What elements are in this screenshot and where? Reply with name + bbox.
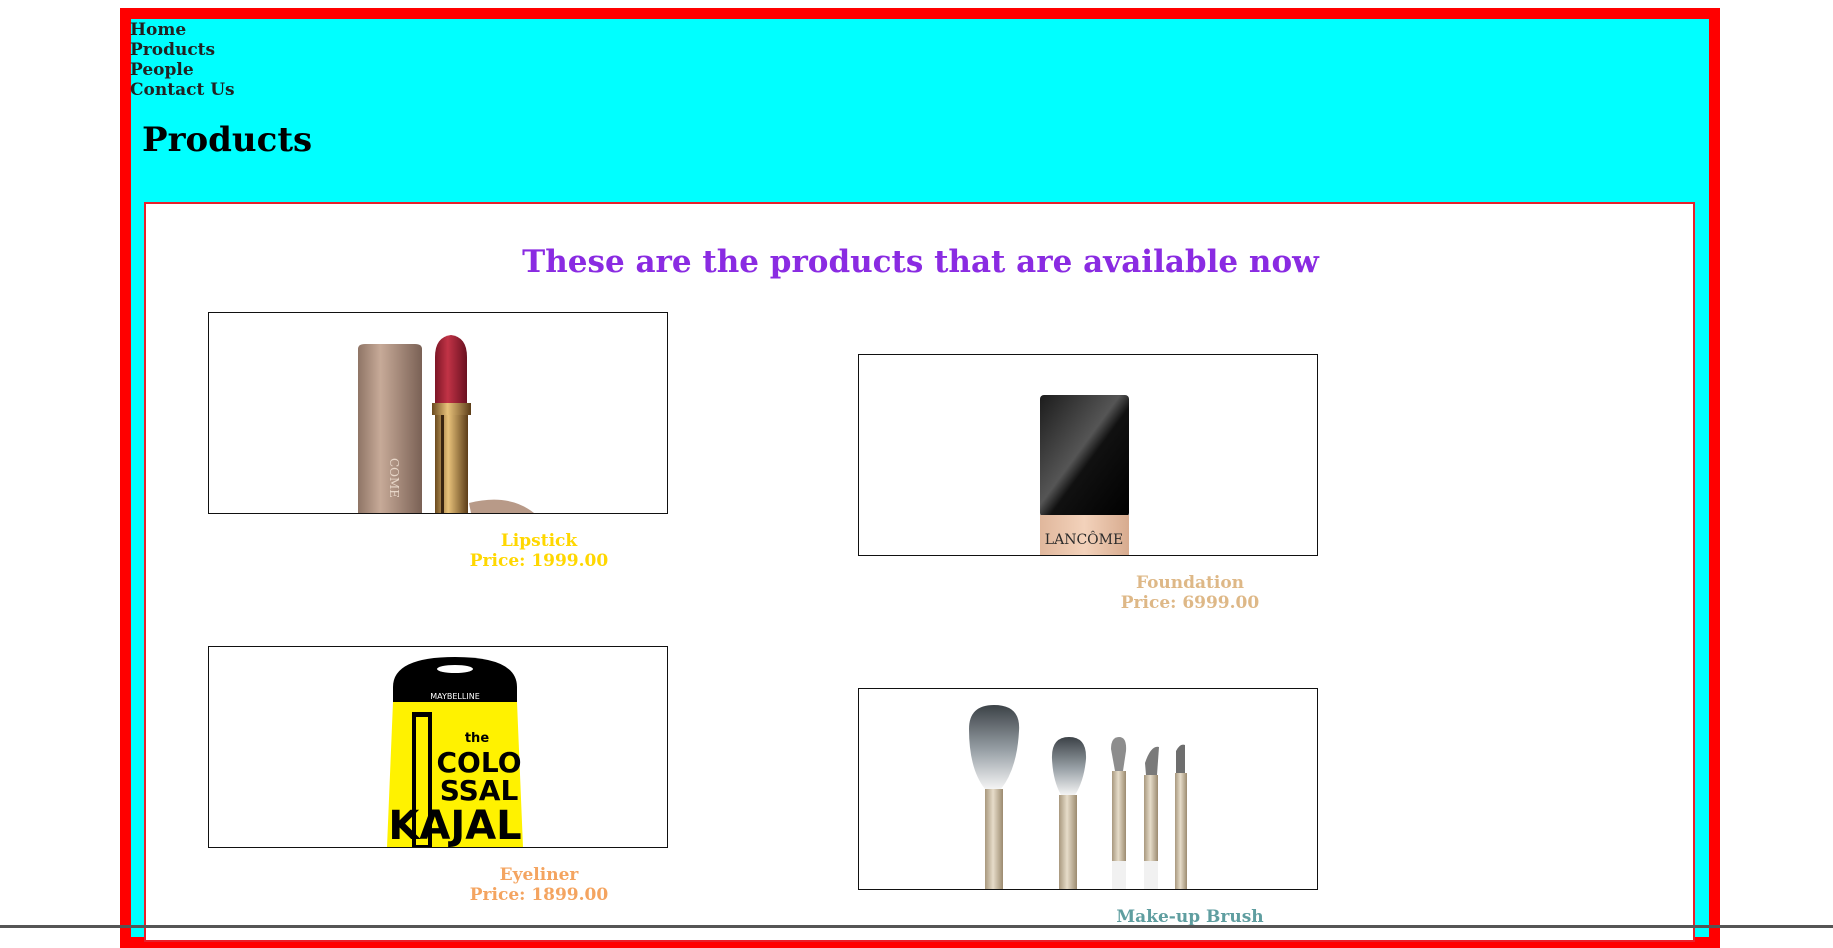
product-price: Price: 6999.00 xyxy=(1120,593,1260,613)
product-name: Make-up Brush xyxy=(1116,907,1264,927)
brush-set-image xyxy=(858,688,1318,890)
product-card-lipstick: Lipstick Price: 1999.00 xyxy=(309,531,769,571)
products-headline: These are the products that are availabl… xyxy=(522,244,1319,280)
product-price: Price: 1999.00 xyxy=(469,551,609,571)
svg-text:the: the xyxy=(465,731,489,746)
product-name: Lipstick xyxy=(500,531,578,551)
nav-item-contact-us[interactable]: Contact Us xyxy=(130,80,235,100)
nav-item-products[interactable]: Products xyxy=(130,40,235,60)
product-card-eyeliner: Eyeliner Price: 1899.00 xyxy=(309,865,769,905)
product-card-make-up-brush: Make-up Brush xyxy=(960,907,1420,927)
product-name: Eyeliner xyxy=(499,865,579,885)
lipstick-image: COME xyxy=(208,312,668,514)
product-card-foundation: Foundation Price: 6999.00 xyxy=(960,573,1420,613)
svg-text:KAJAL: KAJAL xyxy=(388,803,521,847)
main-nav: Home Products People Contact Us xyxy=(130,20,235,100)
product-price: Price: 1899.00 xyxy=(469,885,609,905)
window-bottom-edge xyxy=(0,925,1833,928)
nav-item-people[interactable]: People xyxy=(130,60,235,80)
product-name: Foundation xyxy=(1135,573,1245,593)
foundation-brand-text: LANCÔME xyxy=(1045,530,1123,548)
kajal-brand-text: MAYBELLINE xyxy=(430,692,480,701)
nav-item-home[interactable]: Home xyxy=(130,20,235,40)
foundation-image: LANCÔME xyxy=(858,354,1318,556)
kajal-image: MAYBELLINE the COLO SSAL KAJAL xyxy=(208,646,668,848)
svg-text:COME: COME xyxy=(387,458,401,498)
page-title: Products xyxy=(142,120,313,160)
